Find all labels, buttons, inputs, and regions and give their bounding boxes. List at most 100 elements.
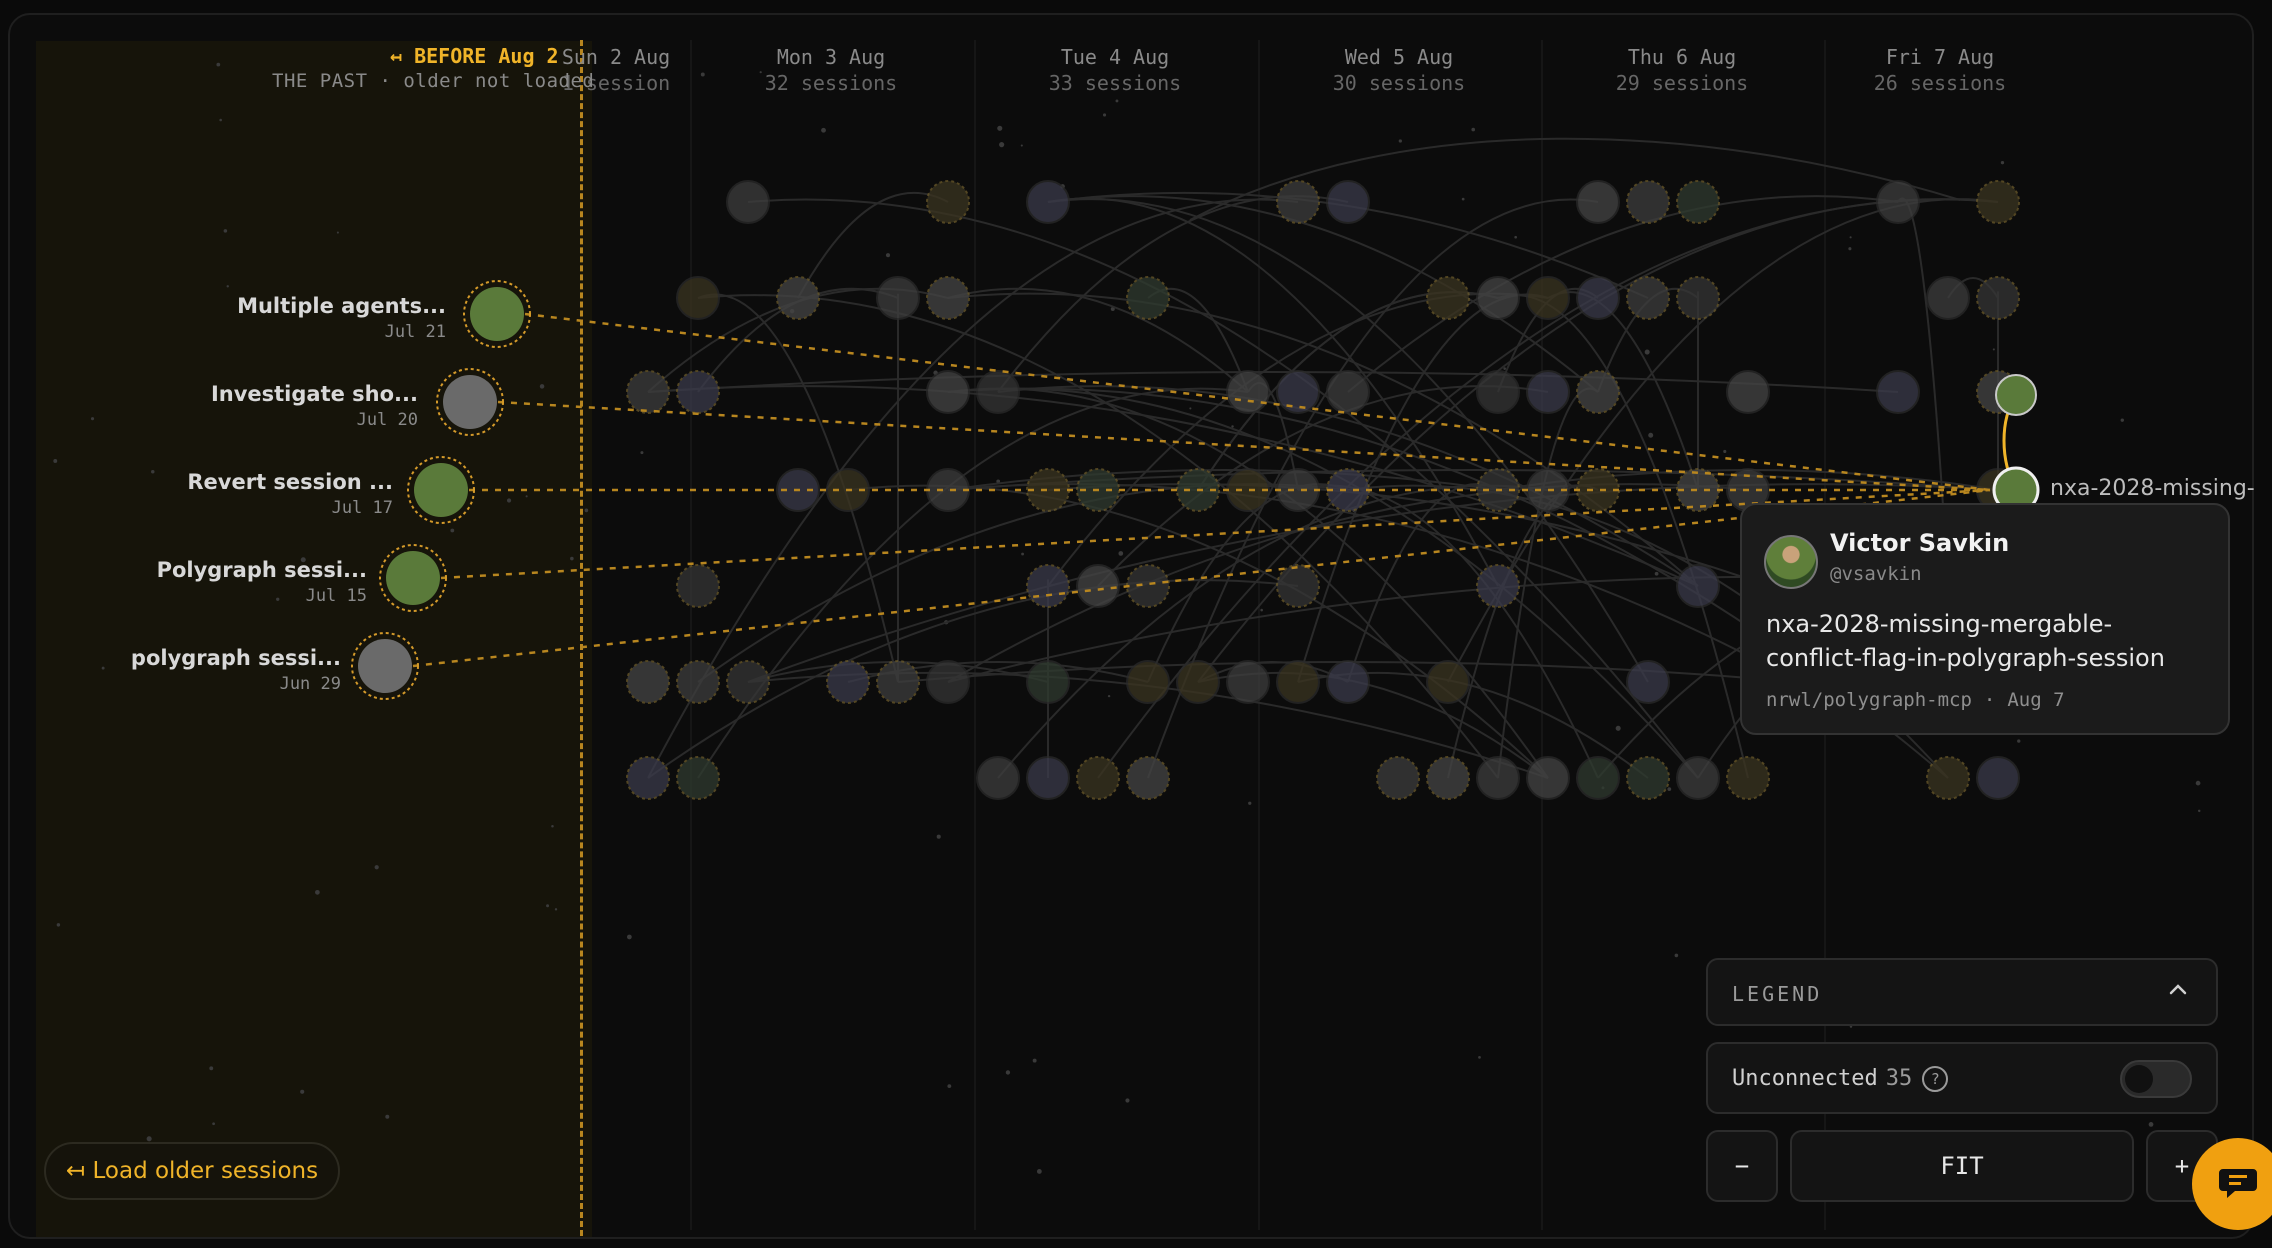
session-node (1676, 564, 1720, 608)
session-node (1026, 564, 1070, 608)
star (226, 285, 229, 288)
session-node (1576, 756, 1620, 800)
star (336, 231, 339, 234)
star (1654, 571, 1659, 576)
session-node (1976, 276, 2020, 320)
legend-toggle[interactable]: LEGEND (1706, 958, 2218, 1026)
avatar (470, 287, 524, 341)
session-link (697, 483, 1349, 683)
session-node (1676, 276, 1720, 320)
session-node (926, 660, 970, 704)
avatar (358, 639, 412, 693)
session-node (1476, 370, 1520, 414)
session-node (1626, 756, 1670, 800)
avatar (1995, 374, 2037, 416)
session-node (1176, 660, 1220, 704)
session-node (926, 276, 970, 320)
session-node (926, 468, 970, 512)
session-node (1426, 756, 1470, 800)
star (1478, 1056, 1481, 1059)
star (300, 1089, 305, 1094)
past-title: ↤ BEFORE Aug 2 (390, 44, 559, 68)
star (1461, 197, 1465, 201)
session-tooltip: Victor Savkin @vsavkin nxa-2028-missing-… (1740, 503, 2230, 735)
session-node (1576, 276, 1620, 320)
star (1667, 787, 1672, 792)
session-node (876, 276, 920, 320)
star (626, 934, 632, 940)
zoom-out-button[interactable]: − (1706, 1130, 1778, 1202)
session-node (1276, 468, 1320, 512)
session-node (1876, 370, 1920, 414)
session-node (1626, 180, 1670, 224)
past-session-item[interactable]: Revert session ... Jul 17 (0, 470, 393, 518)
star (821, 127, 826, 133)
session-node (626, 370, 670, 414)
star (525, 495, 528, 498)
session-node (1126, 756, 1170, 800)
session-node (1676, 180, 1720, 224)
session-node (1076, 564, 1120, 608)
unconnected-count: 35 (1885, 1066, 1913, 1091)
star (1648, 432, 1654, 438)
star (997, 125, 1003, 131)
session-node (1576, 180, 1620, 224)
star (1248, 801, 1252, 805)
star (1644, 349, 1650, 355)
unconnected-toggle[interactable] (2120, 1060, 2192, 1098)
session-node (1926, 276, 1970, 320)
avatar (1764, 535, 1818, 589)
session-node (726, 660, 770, 704)
past-session-item[interactable]: polygraph sessi... Jun 29 (0, 646, 341, 694)
past-session-item[interactable]: Investigate sho... Jul 20 (0, 382, 418, 430)
star (216, 62, 221, 67)
session-node (976, 370, 1020, 414)
past-session-item[interactable]: Polygraph sessi... Jul 15 (0, 558, 367, 606)
star (570, 556, 574, 561)
session-meta: nrwl/polygraph-mcp · Aug 7 (1766, 689, 2065, 711)
load-older-button[interactable]: ↤ Load older sessions (44, 1142, 340, 1200)
session-node (1326, 660, 1370, 704)
session-node (1326, 370, 1370, 414)
star (539, 384, 545, 389)
star (1021, 552, 1025, 556)
star (223, 229, 228, 233)
star (2120, 418, 2124, 422)
star (1118, 551, 1124, 556)
session-node (1476, 276, 1520, 320)
star (146, 1136, 152, 1142)
session-node (926, 370, 970, 414)
session-node (676, 564, 720, 608)
star (1032, 1058, 1037, 1063)
star (947, 1084, 952, 1089)
star (1723, 449, 1727, 454)
chevron-up-icon (2166, 978, 2190, 1008)
star (1674, 953, 1679, 958)
star (1005, 1070, 1011, 1075)
star (212, 1122, 215, 1126)
day-label: Tue 4 Aug 33 sessions (1048, 45, 1182, 95)
avatar (414, 463, 468, 517)
past-session-item[interactable]: Multiple agents... Jul 21 (0, 294, 446, 342)
session-node (1526, 756, 1570, 800)
star (1020, 144, 1023, 147)
session-node (1726, 756, 1770, 800)
session-link (847, 484, 1549, 779)
unconnected-filter: Unconnected 35? (1706, 1042, 2218, 1114)
session-link (647, 371, 1899, 393)
fit-button[interactable]: FIT (1790, 1130, 2134, 1202)
star (885, 253, 891, 258)
star (1992, 348, 1995, 351)
chat-icon (2215, 1159, 2261, 1209)
avatar (386, 551, 440, 605)
day-label: Thu 6 Aug 29 sessions (1615, 45, 1749, 95)
session-node (676, 276, 720, 320)
session-node (1626, 660, 1670, 704)
session-node (1126, 660, 1170, 704)
session-node (676, 370, 720, 414)
session-node (1276, 180, 1320, 224)
help-icon[interactable]: ? (1922, 1066, 1949, 1092)
star (2000, 161, 2005, 165)
session-node (1276, 660, 1320, 704)
session-node (676, 660, 720, 704)
